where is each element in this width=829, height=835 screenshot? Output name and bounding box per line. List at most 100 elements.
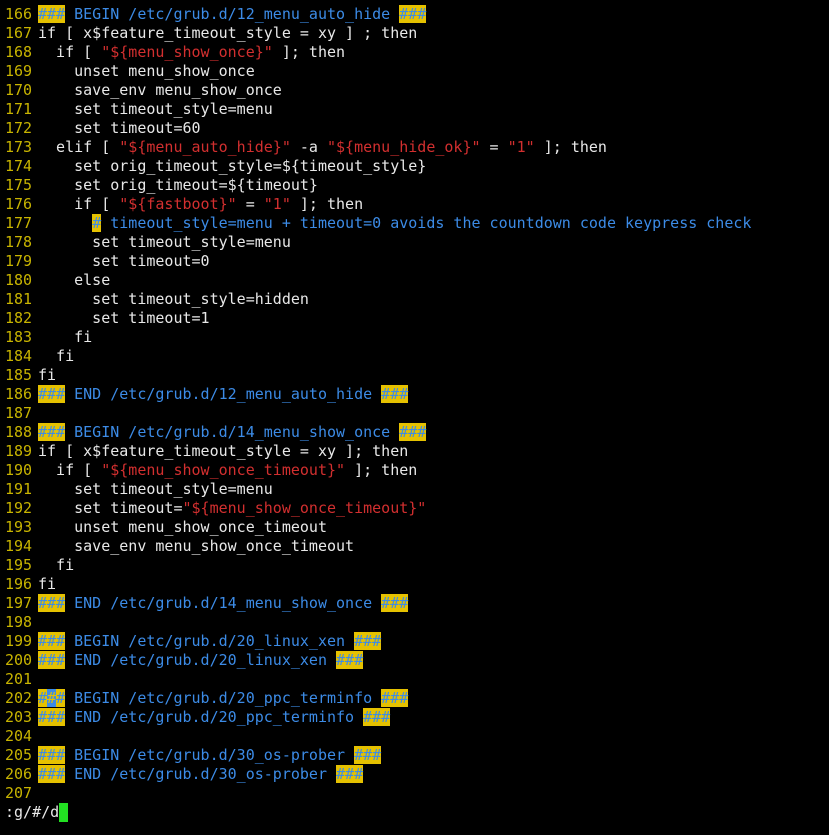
code-line[interactable]: 200 ### END /etc/grub.d/20_linux_xen ### [0,651,829,670]
syntax-token-plain: set timeout=60 [38,119,201,137]
code-line[interactable]: 201 [0,670,829,689]
code-line[interactable]: 186 ### END /etc/grub.d/12_menu_auto_hide… [0,385,829,404]
code-line[interactable]: 188 ### BEGIN /etc/grub.d/14_menu_show_on… [0,423,829,442]
code-line[interactable]: 171 set timeout_style=menu [0,100,829,119]
syntax-token-hl: ### [38,651,66,669]
line-text: unset menu_show_once_timeout [38,518,327,537]
code-line[interactable]: 205 ### BEGIN /etc/grub.d/30_os-prober ##… [0,746,829,765]
syntax-token-comment: BEGIN /etc/grub.d/20_linux_xen [65,632,355,650]
code-line[interactable]: 203 ### END /etc/grub.d/20_ppc_terminfo #… [0,708,829,727]
syntax-token-hl: ### [363,708,391,726]
code-line[interactable]: 172 set timeout=60 [0,119,829,138]
code-line[interactable]: 182 set timeout=1 [0,309,829,328]
syntax-token-plain: set timeout=1 [38,309,210,327]
line-number: 201 [5,670,33,688]
line-text: # timeout_style=menu + timeout=0 avoids … [38,214,751,233]
code-line[interactable]: 206 ### END /etc/grub.d/30_os-prober ### [0,765,829,784]
vim-editor[interactable]: 166 ### BEGIN /etc/grub.d/12_menu_auto_hi… [0,0,829,835]
code-line[interactable]: 196 fi [0,575,829,594]
code-line[interactable]: 197 ### END /etc/grub.d/14_menu_show_once… [0,594,829,613]
line-text: ### END /etc/grub.d/14_menu_show_once ##… [38,594,409,613]
line-number: 177 [5,214,33,232]
code-line[interactable]: 169 unset menu_show_once [0,62,829,81]
line-number: 168 [5,43,33,61]
line-text: fi [38,328,92,347]
line-number: 172 [5,119,33,137]
syntax-token-hl: ### [38,385,66,403]
line-number: 204 [5,727,33,745]
line-number: 182 [5,309,33,327]
line-text: ### END /etc/grub.d/20_ppc_terminfo ### [38,708,391,727]
line-number: 176 [5,195,33,213]
syntax-token-plain: unset menu_show_once_timeout [38,518,327,536]
command-line[interactable]: :g/#/d [5,803,69,822]
syntax-token-hl: ### [38,5,66,23]
line-number: 190 [5,461,33,479]
line-number: 170 [5,81,33,99]
code-line[interactable]: 170 save_env menu_show_once [0,81,829,100]
syntax-token-hl: ### [38,632,66,650]
line-text: ### BEGIN /etc/grub.d/30_os-prober ### [38,746,382,765]
code-line[interactable]: 175 set orig_timeout=${timeout} [0,176,829,195]
code-line[interactable]: 192 set timeout="${menu_show_once_timeou… [0,499,829,518]
code-line[interactable]: 207 [0,784,829,803]
syntax-token-plain: set timeout_style=hidden [38,290,309,308]
code-line[interactable]: 195 fi [0,556,829,575]
code-line[interactable]: 176 if [ "${fastboot}" = "1" ]; then [0,195,829,214]
syntax-token-plain: elif [ [38,138,120,156]
line-text: ### END /etc/grub.d/12_menu_auto_hide ##… [38,385,409,404]
code-line[interactable]: 180 else [0,271,829,290]
code-line[interactable]: 168 if [ "${menu_show_once}" ]; then [0,43,829,62]
code-line[interactable]: 183 fi [0,328,829,347]
line-text: if [ "${fastboot}" = "1" ]; then [38,195,363,214]
code-line[interactable]: 202 ### BEGIN /etc/grub.d/20_ppc_terminfo… [0,689,829,708]
syntax-token-comment: BEGIN /etc/grub.d/30_os-prober [65,746,355,764]
line-number: 167 [5,24,33,42]
code-line[interactable]: 177 # timeout_style=menu + timeout=0 avo… [0,214,829,233]
line-text: fi [38,575,56,594]
syntax-token-comment: BEGIN /etc/grub.d/20_ppc_terminfo [65,689,382,707]
code-line[interactable]: 198 [0,613,829,632]
syntax-token-comment: BEGIN /etc/grub.d/12_menu_auto_hide [65,5,400,23]
line-text: ### END /etc/grub.d/20_linux_xen ### [38,651,364,670]
code-line[interactable]: 166 ### BEGIN /etc/grub.d/12_menu_auto_hi… [0,5,829,24]
syntax-token-plain: unset menu_show_once [38,62,255,80]
code-line[interactable]: 191 set timeout_style=menu [0,480,829,499]
code-line[interactable]: 189 if [ x$feature_timeout_style = xy ]; … [0,442,829,461]
line-number: 166 [5,5,33,23]
syntax-token-plain: if [ x$feature_timeout_style = xy ] ; th… [38,24,418,42]
syntax-token-hl: ### [336,651,364,669]
syntax-token-plain: -a [290,138,327,156]
syntax-token-hl: ### [381,594,409,612]
line-text: ### BEGIN /etc/grub.d/20_linux_xen ### [38,632,382,651]
code-line[interactable]: 178 set timeout_style=menu [0,233,829,252]
code-line[interactable]: 193 unset menu_show_once_timeout [0,518,829,537]
code-line[interactable]: 167 if [ x$feature_timeout_style = xy ] ;… [0,24,829,43]
code-line[interactable]: 194 save_env menu_show_once_timeout [0,537,829,556]
line-number: 203 [5,708,33,726]
code-line[interactable]: 185 fi [0,366,829,385]
syntax-token-hl: ### [38,708,66,726]
cursor-block [59,803,69,822]
line-text: ### BEGIN /etc/grub.d/20_ppc_terminfo ##… [38,689,409,708]
line-text: save_env menu_show_once [38,81,282,100]
code-line[interactable]: 199 ### BEGIN /etc/grub.d/20_linux_xen ##… [0,632,829,651]
line-number: 188 [5,423,33,441]
code-line[interactable]: 173 elif [ "${menu_auto_hide}" -a "${men… [0,138,829,157]
syntax-token-plain: if [ [38,195,120,213]
line-text: save_env menu_show_once_timeout [38,537,354,556]
code-line[interactable]: 179 set timeout=0 [0,252,829,271]
code-line[interactable]: 187 [0,404,829,423]
code-line[interactable]: 204 [0,727,829,746]
syntax-token-plain: set timeout_style=menu [38,233,291,251]
line-number: 184 [5,347,33,365]
code-line[interactable]: 190 if [ "${menu_show_once_timeout}" ]; … [0,461,829,480]
code-line[interactable]: 174 set orig_timeout_style=${timeout_sty… [0,157,829,176]
line-text: set timeout=0 [38,252,209,271]
code-line[interactable]: 184 fi [0,347,829,366]
code-line[interactable]: 181 set timeout_style=hidden [0,290,829,309]
line-number: 169 [5,62,33,80]
syntax-token-comment: END /etc/grub.d/20_linux_xen [65,651,337,669]
syntax-token-str: "${menu_show_once_timeout}" [101,461,346,479]
syntax-token-hl: ### [336,765,364,783]
